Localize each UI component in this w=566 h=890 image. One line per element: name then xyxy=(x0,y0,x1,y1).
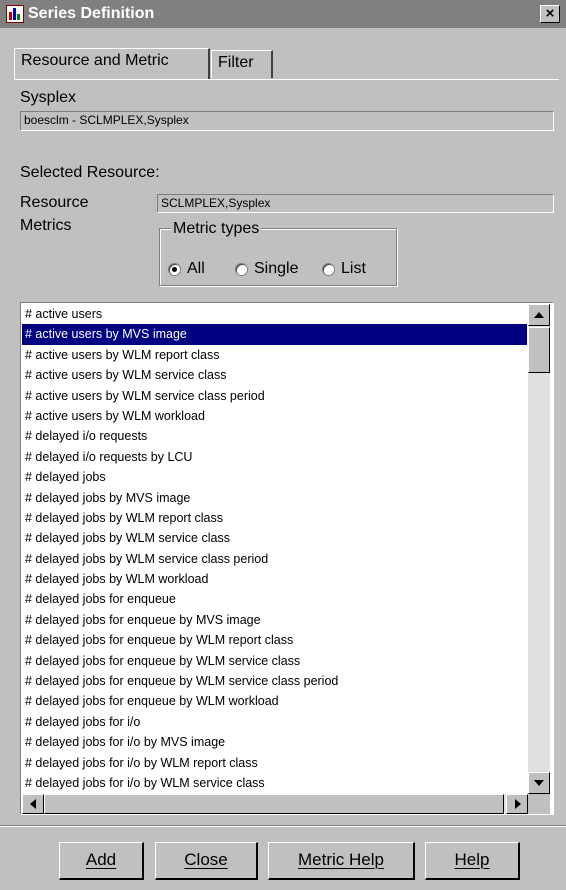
list-item[interactable]: # active users xyxy=(22,304,527,324)
list-item[interactable]: # active users by MVS image xyxy=(22,324,527,345)
vertical-scroll-thumb[interactable] xyxy=(528,327,550,373)
list-item[interactable]: # delayed jobs for enqueue by WLM servic… xyxy=(22,671,527,691)
list-item[interactable]: # delayed jobs by WLM service class xyxy=(22,528,527,548)
window-title: Series Definition xyxy=(28,5,155,22)
radio-single-button[interactable] xyxy=(235,262,248,276)
tab-filter[interactable]: Filter xyxy=(211,50,273,78)
close-icon: × xyxy=(545,5,555,22)
resource-field: SCLMPLEX,Sysplex xyxy=(157,194,554,213)
metrics-label: Metrics xyxy=(20,217,72,234)
list-item[interactable]: # delayed i/o requests by LCU xyxy=(22,447,527,467)
app-chart-icon xyxy=(6,5,24,23)
vertical-scrollbar[interactable] xyxy=(528,304,550,794)
title-bar: Series Definition × xyxy=(0,0,566,29)
list-item[interactable]: # delayed jobs xyxy=(22,467,527,487)
resource-label: Resource xyxy=(20,194,89,211)
metrics-list-items: # active users # active users by MVS imag… xyxy=(22,304,527,793)
radio-list-button[interactable] xyxy=(322,262,335,276)
arrow-up-icon xyxy=(534,312,544,318)
horizontal-scroll-thumb[interactable] xyxy=(44,794,504,814)
tab-panel-divider xyxy=(14,79,559,80)
list-item[interactable]: # delayed jobs by WLM service class peri… xyxy=(22,549,527,569)
tab-resource-and-metric[interactable]: Resource and Metric xyxy=(14,48,210,80)
radio-single[interactable]: Single xyxy=(235,258,298,280)
list-item[interactable]: # delayed jobs for enqueue by WLM servic… xyxy=(22,651,527,671)
list-item[interactable]: # delayed jobs for enqueue by WLM worklo… xyxy=(22,691,527,711)
list-item[interactable]: # delayed jobs by WLM workload xyxy=(22,569,527,589)
arrow-left-icon xyxy=(30,799,36,809)
arrow-right-icon xyxy=(515,799,521,809)
metric-types-legend: Metric types xyxy=(171,219,262,239)
list-item[interactable]: # delayed jobs for i/o by WLM report cla… xyxy=(22,753,527,773)
list-item[interactable]: # active users by WLM workload xyxy=(22,406,527,426)
list-item[interactable]: # active users by WLM service class peri… xyxy=(22,386,527,406)
help-button[interactable]: Help xyxy=(425,842,520,880)
button-bar-divider-highlight xyxy=(0,826,566,827)
list-item[interactable]: # delayed jobs for enqueue xyxy=(22,589,527,609)
radio-list[interactable]: List xyxy=(322,258,366,280)
metrics-list[interactable]: # active users # active users by MVS imag… xyxy=(20,302,554,815)
metric-help-button[interactable]: Metric Help xyxy=(268,842,415,880)
scroll-up-button[interactable] xyxy=(528,304,550,326)
arrow-down-icon xyxy=(534,780,544,786)
list-item[interactable]: # active users by WLM service class xyxy=(22,365,527,385)
list-item[interactable]: # delayed jobs for enqueue by WLM report… xyxy=(22,630,527,650)
horizontal-scrollbar[interactable] xyxy=(22,794,528,814)
add-button[interactable]: Add xyxy=(59,842,144,880)
radio-list-label: List xyxy=(341,260,366,277)
scroll-down-button[interactable] xyxy=(528,772,550,794)
list-item[interactable]: # delayed jobs for enqueue by MVS image xyxy=(22,610,527,630)
close-button[interactable]: Close xyxy=(155,842,258,880)
list-item[interactable]: # delayed jobs for i/o by MVS image xyxy=(22,732,527,752)
list-item[interactable]: # active users by WLM report class xyxy=(22,345,527,365)
list-item[interactable]: # delayed i/o requests xyxy=(22,426,527,446)
selected-resource-heading: Selected Resource: xyxy=(20,164,160,181)
radio-all-button[interactable] xyxy=(168,262,181,276)
scroll-left-button[interactable] xyxy=(22,794,44,814)
list-item[interactable]: # delayed jobs by WLM report class xyxy=(22,508,527,528)
list-item[interactable]: # delayed jobs for i/o xyxy=(22,712,527,732)
sysplex-label: Sysplex xyxy=(20,89,77,106)
sysplex-field: boesclm - SCLMPLEX,Sysplex xyxy=(20,111,554,131)
list-item[interactable]: # delayed jobs by MVS image xyxy=(22,488,527,508)
close-window-button[interactable]: × xyxy=(540,5,560,23)
scrollbar-corner xyxy=(528,794,550,814)
list-item[interactable]: # delayed jobs for i/o by WLM service cl… xyxy=(22,773,527,793)
radio-all-label: All xyxy=(187,260,205,277)
scroll-right-button[interactable] xyxy=(506,794,528,814)
radio-all[interactable]: All xyxy=(168,258,205,280)
radio-single-label: Single xyxy=(254,260,299,277)
